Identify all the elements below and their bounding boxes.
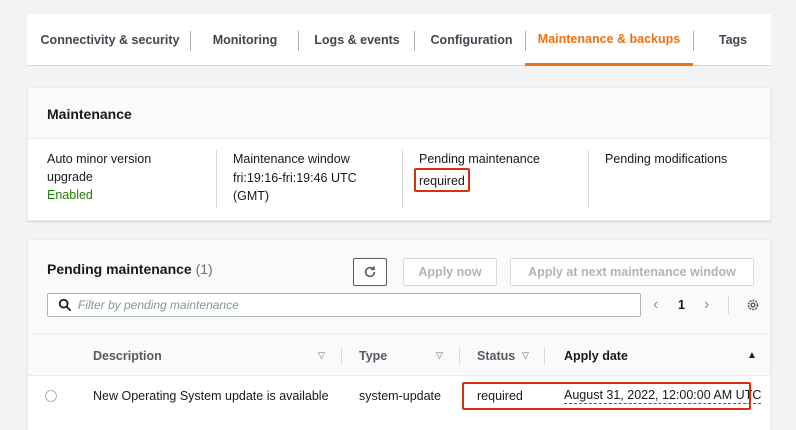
highlight-box: [414, 168, 470, 192]
next-page-icon[interactable]: ›: [704, 293, 709, 317]
pending-panel-header: [28, 240, 770, 332]
search-icon: [58, 298, 72, 312]
pending-maintenance-title: Pending maintenance (1): [47, 261, 213, 277]
sort-caret-down-icon[interactable]: ▽: [522, 334, 529, 377]
tab-divider: [693, 31, 694, 51]
filter-field[interactable]: [47, 293, 641, 317]
pending-title-text: Pending maintenance: [47, 261, 192, 277]
sort-caret-down-icon[interactable]: ▽: [436, 334, 443, 377]
pending-count: (1): [195, 261, 213, 277]
row-description: New Operating System update is available: [93, 389, 329, 403]
table-header: Description ▽ Type ▽ Status ▽ Apply date…: [28, 333, 770, 376]
pager-divider: [728, 296, 729, 314]
column-header-description[interactable]: Description: [93, 334, 162, 377]
auto-minor-upgrade-label: Auto minor version: [47, 152, 152, 166]
current-page-number[interactable]: 1: [678, 293, 685, 317]
column-divider: [588, 150, 589, 208]
pending-modifications-label: Pending modifications: [605, 152, 728, 166]
pending-modifications-field: Pending modifications: [605, 150, 727, 168]
maintenance-window-value-line2: (GMT): [233, 189, 270, 203]
maintenance-window-value: fri:19:16-fri:19:46 UTC: [233, 171, 357, 185]
column-header-type[interactable]: Type: [359, 334, 387, 377]
maintenance-panel: Maintenance Auto minor version upgrade E…: [27, 87, 771, 221]
tab-connectivity-security[interactable]: Connectivity & security: [35, 14, 185, 66]
row-type: system-update: [359, 389, 441, 403]
gear-icon[interactable]: [746, 298, 760, 312]
maintenance-window-field: Maintenance window fri:19:16-fri:19:46 U…: [233, 150, 357, 205]
column-header-apply-date[interactable]: Apply date: [564, 334, 628, 377]
auto-minor-upgrade-value: Enabled: [47, 188, 93, 202]
column-divider: [459, 347, 460, 365]
tab-bar: Connectivity & security Monitoring Logs …: [27, 14, 771, 66]
maintenance-panel-header: Maintenance: [28, 88, 770, 139]
column-header-status[interactable]: Status: [477, 334, 515, 377]
refresh-icon: [364, 266, 376, 278]
sort-caret-down-icon[interactable]: ▽: [318, 334, 325, 377]
column-divider: [341, 347, 342, 365]
filter-input[interactable]: [78, 298, 618, 312]
pending-maintenance-label: Pending maintenance: [419, 152, 540, 166]
column-divider: [402, 150, 403, 208]
apply-next-window-button[interactable]: Apply at next maintenance window: [510, 258, 754, 286]
tab-logs-events[interactable]: Logs & events: [305, 14, 409, 66]
maintenance-window-label: Maintenance window: [233, 152, 350, 166]
auto-minor-upgrade-field: Auto minor version upgrade Enabled: [47, 150, 151, 204]
tab-maintenance-backups[interactable]: Maintenance & backups: [525, 14, 693, 66]
tab-divider: [298, 31, 299, 51]
sort-caret-up-icon[interactable]: ▲: [747, 334, 757, 377]
tab-divider: [190, 31, 191, 51]
tab-configuration[interactable]: Configuration: [420, 14, 523, 66]
tab-tags[interactable]: Tags: [699, 14, 767, 66]
tab-monitoring[interactable]: Monitoring: [197, 14, 293, 66]
column-divider: [216, 150, 217, 208]
highlight-box: [462, 382, 751, 410]
column-divider: [544, 347, 545, 365]
pending-maintenance-panel: Pending maintenance (1) Apply now Apply …: [27, 239, 771, 430]
previous-page-icon[interactable]: ‹: [653, 293, 658, 317]
refresh-button[interactable]: [353, 258, 387, 286]
apply-now-button[interactable]: Apply now: [403, 258, 497, 286]
maintenance-title: Maintenance: [47, 106, 132, 122]
tab-divider: [414, 31, 415, 51]
row-select-radio[interactable]: [45, 390, 57, 402]
auto-minor-upgrade-label-line2: upgrade: [47, 170, 93, 184]
